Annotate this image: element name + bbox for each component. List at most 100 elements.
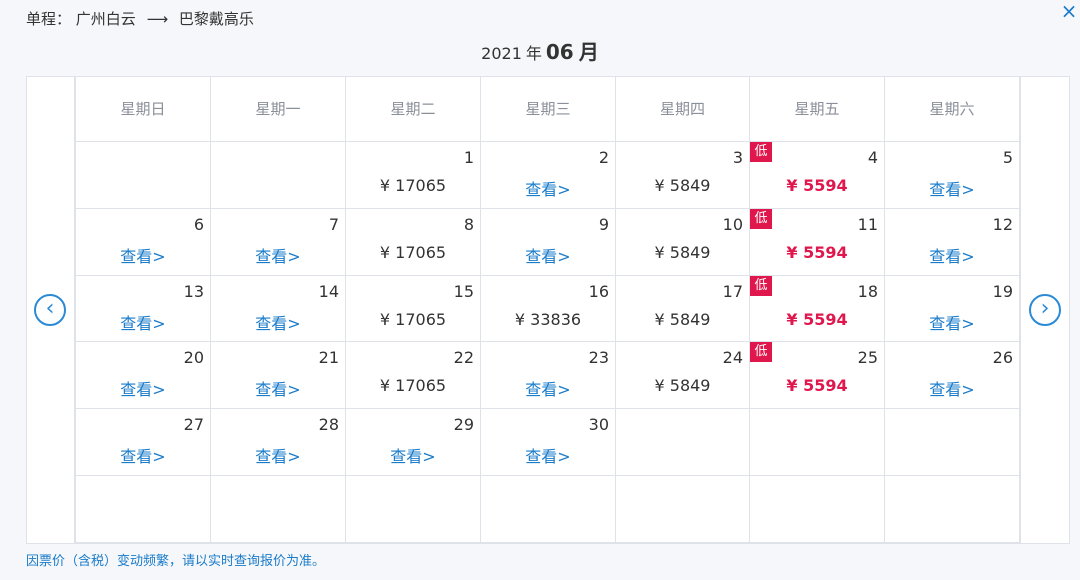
day-number: 20 — [183, 348, 204, 367]
calendar-day-cell[interactable]: 24 ¥ 5849 — [616, 342, 750, 409]
calendar-day-cell[interactable]: 20 查看> — [76, 342, 211, 409]
calendar-day-cell[interactable]: 3 ¥ 5849 — [616, 142, 750, 209]
calendar-day-cell[interactable]: 19 查看> — [885, 276, 1020, 342]
weekday-label: 星期四 — [616, 77, 750, 141]
calendar-day-cell[interactable]: 2 查看> — [481, 142, 616, 209]
day-number: 10 — [722, 215, 743, 234]
calendar-empty-cell — [211, 476, 346, 543]
calendar-day-cell[interactable]: 低 18 ¥ 5594 — [750, 276, 885, 342]
calendar-day-cell[interactable]: 8 ¥ 17065 — [346, 209, 481, 276]
calendar-day-cell[interactable]: 16 ¥ 33836 — [481, 276, 616, 342]
day-number: 5 — [1002, 148, 1013, 167]
view-link[interactable]: 查看> — [885, 310, 1019, 334]
day-number: 30 — [588, 415, 609, 434]
day-number: 28 — [318, 415, 339, 434]
day-number: 8 — [463, 215, 474, 234]
day-number: 2 — [598, 148, 609, 167]
prev-month-icon[interactable]: ‹ — [34, 294, 66, 326]
day-number: 25 — [857, 348, 878, 367]
view-link[interactable]: 查看> — [346, 443, 480, 467]
next-month-icon[interactable]: › — [1029, 294, 1061, 326]
view-link[interactable]: 查看> — [211, 443, 345, 467]
calendar-empty-cell — [885, 409, 1020, 476]
calendar-day-cell[interactable]: 低 4 ¥ 5594 — [750, 142, 885, 209]
calendar-empty-cell — [750, 476, 885, 543]
calendar-day-cell[interactable]: 1 ¥ 17065 — [346, 142, 481, 209]
close-icon[interactable]: × — [1060, 1, 1078, 21]
calendar-empty-cell — [346, 476, 481, 543]
view-link[interactable]: 查看> — [885, 376, 1019, 400]
view-link[interactable]: 查看> — [481, 376, 615, 400]
view-link[interactable]: 查看> — [885, 243, 1019, 267]
lowest-fare-price: ¥ 5594 — [786, 376, 848, 395]
year-value: 2021 — [481, 44, 522, 63]
day-number: 24 — [722, 348, 743, 367]
view-link[interactable]: 查看> — [76, 443, 210, 467]
calendar-day-cell[interactable]: 29 查看> — [346, 409, 481, 476]
calendar-day-cell[interactable]: 30 查看> — [481, 409, 616, 476]
day-number: 23 — [588, 348, 609, 367]
weekday-label: 星期三 — [481, 77, 616, 141]
day-number: 14 — [318, 282, 339, 301]
view-link[interactable]: 查看> — [885, 176, 1019, 200]
fare-price: ¥ 33836 — [514, 310, 582, 329]
view-link[interactable]: 查看> — [481, 243, 615, 267]
route-arrow-icon: ⟶ — [146, 10, 169, 28]
calendar-day-cell[interactable]: 22 ¥ 17065 — [346, 342, 481, 409]
day-number: 18 — [857, 282, 878, 301]
calendar-empty-cell — [76, 476, 211, 543]
weekday-label: 星期二 — [346, 77, 481, 141]
fare-price: ¥ 17065 — [379, 376, 447, 395]
day-number: 12 — [992, 215, 1013, 234]
calendar-day-cell[interactable]: 9 查看> — [481, 209, 616, 276]
fare-price: ¥ 17065 — [379, 243, 447, 262]
trip-type-label: 单程： — [26, 10, 72, 28]
price-disclaimer: 因票价（含税）变动频繁，请以实时查询报价为准。 — [26, 554, 326, 569]
view-link[interactable]: 查看> — [76, 310, 210, 334]
calendar-day-cell[interactable]: 6 查看> — [76, 209, 211, 276]
month-value: 06 — [545, 40, 574, 64]
day-number: 15 — [453, 282, 474, 301]
lowest-fare-price: ¥ 5594 — [786, 176, 848, 195]
calendar-day-cell[interactable]: 12 查看> — [885, 209, 1020, 276]
view-link[interactable]: 查看> — [211, 243, 345, 267]
lowest-fare-price: ¥ 5594 — [786, 243, 848, 262]
lowest-fare-price: ¥ 5594 — [786, 310, 848, 329]
view-link[interactable]: 查看> — [211, 310, 345, 334]
view-link[interactable]: 查看> — [76, 243, 210, 267]
calendar-grid: 星期日 星期一 星期二 星期三 星期四 星期五 星期六 1 ¥ 17065 2 查看> 3 ¥ 584… — [75, 76, 1021, 544]
calendar-day-cell[interactable]: 28 查看> — [211, 409, 346, 476]
calendar-day-cell[interactable]: 10 ¥ 5849 — [616, 209, 750, 276]
view-link[interactable]: 查看> — [481, 443, 615, 467]
calendar-day-cell[interactable]: 23 查看> — [481, 342, 616, 409]
calendar-empty-cell — [616, 476, 750, 543]
calendar-day-cell[interactable]: 14 查看> — [211, 276, 346, 342]
day-number: 4 — [867, 148, 878, 167]
calendar-day-cell[interactable]: 低 11 ¥ 5594 — [750, 209, 885, 276]
calendar-day-cell[interactable]: 7 查看> — [211, 209, 346, 276]
calendar-day-cell[interactable]: 21 查看> — [211, 342, 346, 409]
lowest-price-badge: 低 — [750, 276, 772, 296]
day-number: 19 — [992, 282, 1013, 301]
calendar-day-cell[interactable]: 低 25 ¥ 5594 — [750, 342, 885, 409]
day-number: 16 — [588, 282, 609, 301]
calendar-day-cell[interactable]: 17 ¥ 5849 — [616, 276, 750, 342]
weekday-label: 星期五 — [750, 77, 885, 141]
calendar-day-cell[interactable]: 13 查看> — [76, 276, 211, 342]
month-unit: 月 — [578, 40, 599, 64]
weekday-header-row: 星期日 星期一 星期二 星期三 星期四 星期五 星期六 — [76, 77, 1020, 142]
calendar-day-cell[interactable]: 26 查看> — [885, 342, 1020, 409]
calendar-day-cell[interactable]: 27 查看> — [76, 409, 211, 476]
calendar-empty-cell — [481, 476, 616, 543]
fare-price: ¥ 5849 — [654, 243, 711, 262]
day-number: 11 — [857, 215, 878, 234]
calendar-day-cell[interactable]: 5 查看> — [885, 142, 1020, 209]
prev-month-area: ‹ — [26, 76, 75, 544]
view-link[interactable]: 查看> — [76, 376, 210, 400]
calendar-day-cell[interactable]: 15 ¥ 17065 — [346, 276, 481, 342]
view-link[interactable]: 查看> — [211, 376, 345, 400]
day-number: 26 — [992, 348, 1013, 367]
destination-city: 巴黎戴高乐 — [178, 10, 254, 28]
calendar-empty-cell — [616, 409, 750, 476]
view-link[interactable]: 查看> — [481, 176, 615, 200]
